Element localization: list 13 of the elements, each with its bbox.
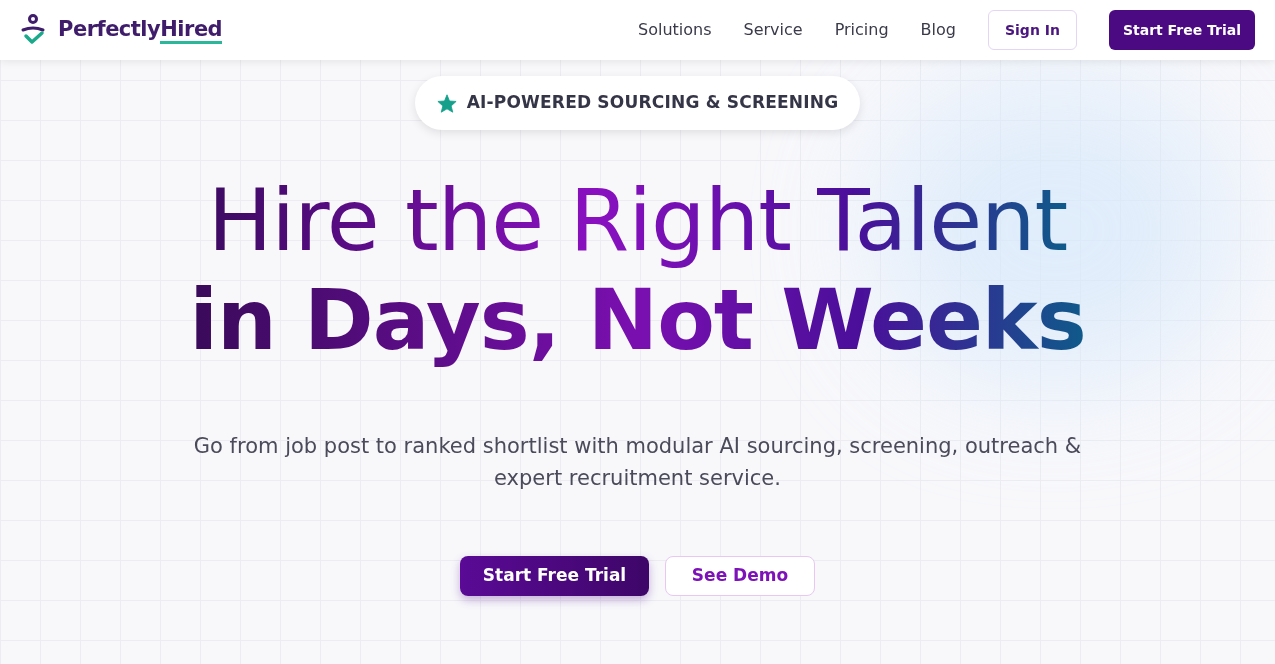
hero-subtitle: Go from job post to ranked shortlist with modular AI sourcing, screening, outreach & expert recruitment service.	[192, 433, 1083, 492]
see-demo-button[interactable]: See Demo	[665, 556, 815, 596]
logo-icon	[20, 14, 46, 46]
nav-link[interactable]: Pricing	[834, 18, 889, 42]
start-trial-button[interactable]: Start Free Trial	[460, 556, 649, 596]
nav-link[interactable]: Blog	[920, 18, 956, 42]
sign-in-button[interactable]: Sign In	[988, 10, 1077, 50]
badge-text: AI-POWERED SOURCING & SCREENING	[466, 91, 839, 115]
nav-link[interactable]: Service	[743, 18, 803, 42]
start-trial-button[interactable]: Start Free Trial	[1108, 10, 1255, 50]
star-icon	[436, 93, 457, 113]
nav-link[interactable]: Solutions	[638, 18, 712, 42]
brand-name: PerfectlyHired	[58, 14, 223, 46]
